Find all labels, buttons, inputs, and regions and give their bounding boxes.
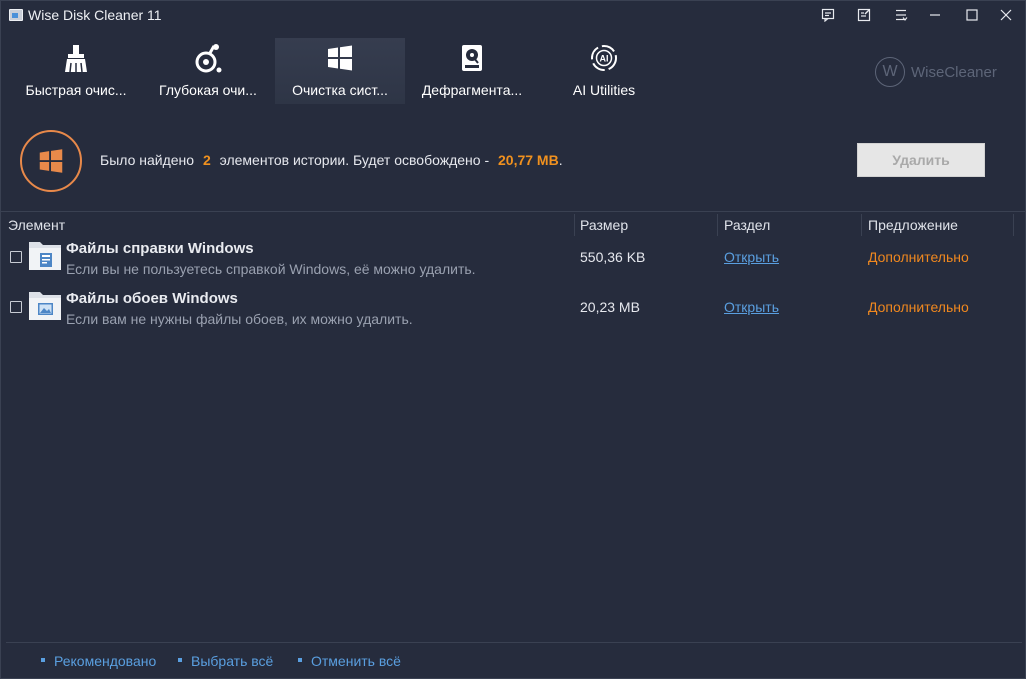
- column-divider[interactable]: [574, 214, 575, 236]
- minimize-icon: [930, 14, 940, 16]
- close-icon: [1000, 9, 1012, 21]
- windows-icon: [328, 45, 352, 71]
- edit-button[interactable]: [847, 1, 881, 29]
- item-title: Файлы справки Windows: [66, 240, 254, 257]
- ai-icon: AI: [591, 45, 617, 71]
- recommended-link[interactable]: Рекомендовано: [41, 653, 156, 669]
- menu-button[interactable]: [884, 1, 918, 29]
- tab-label: Дефрагмента...: [421, 82, 523, 98]
- help-file-folder-icon: [29, 242, 61, 270]
- summary-suffix: .: [558, 152, 563, 168]
- row-checkbox[interactable]: [10, 251, 22, 263]
- item-description: Если вы не пользуетесь справкой Windows,…: [66, 261, 476, 277]
- item-count: 2: [202, 152, 211, 168]
- deselect-all-link[interactable]: Отменить всё: [298, 653, 401, 669]
- summary-text: Было найдено 2 элементов истории. Будет …: [100, 152, 563, 168]
- column-header-size[interactable]: Размер: [580, 217, 628, 233]
- vacuum-icon: [195, 44, 222, 73]
- deselect-all-label: Отменить всё: [311, 653, 401, 669]
- column-header-element[interactable]: Элемент: [8, 217, 65, 233]
- scan-summary: Было найдено 2 элементов истории. Будет …: [1, 111, 1025, 211]
- column-divider[interactable]: [717, 214, 718, 236]
- footer-actions: Рекомендовано Выбрать всё Отменить всё: [1, 651, 1025, 673]
- chat-icon: [821, 8, 835, 22]
- suggestion-label: Дополнительно: [868, 249, 969, 265]
- tab-defrag[interactable]: Дефрагмента...: [407, 38, 537, 104]
- open-link[interactable]: Открыть: [724, 249, 779, 265]
- tab-label: AI Utilities: [572, 82, 636, 98]
- open-link[interactable]: Открыть: [724, 299, 779, 315]
- table-row[interactable]: Файлы справки Windows Если вы не пользуе…: [1, 237, 1025, 287]
- brand-logo[interactable]: W WiseCleaner: [875, 57, 997, 87]
- maximize-button[interactable]: [955, 1, 989, 29]
- main-toolbar: Быстрая очис... Глубокая очи... Очистка …: [1, 38, 1025, 104]
- tab-label: Глубокая очи...: [159, 82, 257, 98]
- tab-label: Очистка сист...: [292, 82, 388, 98]
- item-title: Файлы обоев Windows: [66, 290, 238, 307]
- summary-badge: [20, 130, 82, 192]
- maximize-icon: [966, 9, 978, 21]
- tab-system-clean[interactable]: Очистка сист...: [275, 38, 405, 104]
- tab-ai-utilities[interactable]: AI AI Utilities: [539, 38, 669, 104]
- column-divider[interactable]: [861, 214, 862, 236]
- results-table: Элемент Размер Раздел Предложение Файлы …: [1, 211, 1025, 641]
- window-title: Wise Disk Cleaner 11: [28, 7, 162, 23]
- row-checkbox[interactable]: [10, 301, 22, 313]
- select-all-label: Выбрать всё: [191, 653, 274, 669]
- free-size: 20,77 MB: [498, 152, 559, 168]
- tab-deep-clean[interactable]: Глубокая очи...: [143, 38, 273, 104]
- item-size: 20,23 MB: [580, 299, 640, 315]
- summary-middle: элементов истории. Будет освобождено -: [219, 152, 490, 168]
- item-size: 550,36 KB: [580, 249, 646, 265]
- bullet-icon: [41, 658, 45, 663]
- feedback-button[interactable]: [811, 1, 845, 29]
- suggestion-label: Дополнительно: [868, 299, 969, 315]
- disk-icon: [462, 45, 482, 71]
- menu-icon: [896, 9, 908, 21]
- column-header-section[interactable]: Раздел: [724, 217, 770, 233]
- select-all-link[interactable]: Выбрать всё: [178, 653, 273, 669]
- bullet-icon: [298, 658, 302, 663]
- column-divider[interactable]: [1013, 214, 1014, 236]
- app-window: Wise Disk Cleaner 11 Быстрая очис... Глу…: [0, 0, 1026, 679]
- summary-prefix: Было найдено: [100, 152, 195, 168]
- broom-icon: [65, 45, 87, 73]
- windows-icon: [39, 149, 63, 173]
- wallpaper-folder-icon: [29, 292, 61, 320]
- app-logo-icon: [9, 9, 23, 21]
- table-row[interactable]: Файлы обоев Windows Если вам не нужны фа…: [1, 287, 1025, 337]
- item-description: Если вам не нужны файлы обоев, их можно …: [66, 311, 413, 327]
- table-header: Элемент Размер Раздел Предложение: [1, 211, 1025, 237]
- footer-divider: [6, 642, 1022, 643]
- svg-text:AI: AI: [600, 54, 609, 64]
- brand-mark: W: [875, 57, 905, 87]
- tab-label: Быстрая очис...: [25, 82, 127, 98]
- minimize-button[interactable]: [918, 1, 952, 29]
- tab-quick-clean[interactable]: Быстрая очис...: [11, 38, 141, 104]
- edit-icon: [857, 8, 871, 22]
- recommended-label: Рекомендовано: [54, 653, 157, 669]
- brand-name: WiseCleaner: [911, 63, 997, 81]
- bullet-icon: [178, 658, 182, 663]
- column-header-suggestion[interactable]: Предложение: [868, 217, 958, 233]
- close-button[interactable]: [989, 1, 1023, 29]
- title-bar: Wise Disk Cleaner 11: [1, 1, 1025, 29]
- delete-button[interactable]: Удалить: [857, 143, 985, 177]
